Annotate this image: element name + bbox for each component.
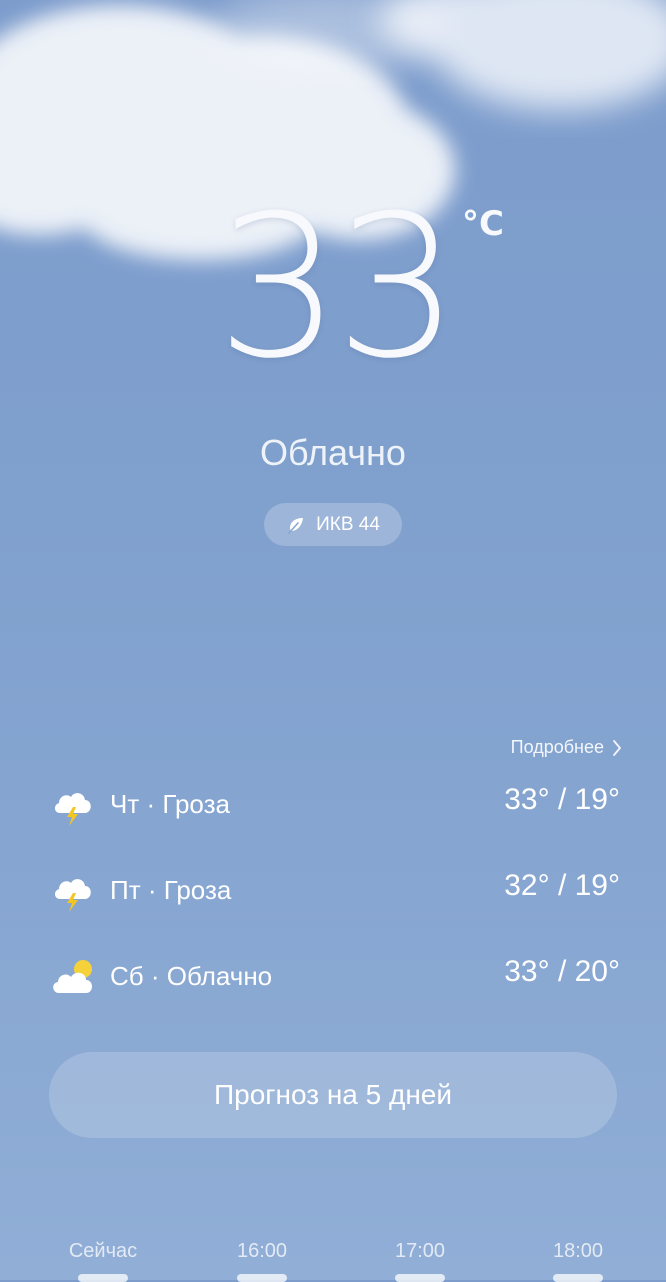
forecast-temperature-range: 33° / 20° bbox=[504, 955, 620, 988]
hourly-temperature-cut bbox=[553, 1274, 603, 1282]
hourly-time-label: 17:00 bbox=[394, 1240, 446, 1262]
more-details-label: Подробнее bbox=[510, 737, 604, 757]
thunderstorm-icon bbox=[54, 879, 91, 912]
five-day-forecast-button[interactable]: Прогноз на 5 дней bbox=[49, 1052, 617, 1138]
hourly-temperature-cut bbox=[78, 1274, 128, 1282]
forecast-temperature-range: 33° / 19° bbox=[504, 783, 620, 816]
hourly-time-label: Сейчас bbox=[68, 1240, 138, 1262]
thunderstorm-icon bbox=[54, 793, 91, 826]
chevron-right-icon bbox=[613, 739, 621, 756]
aqi-label: ИКВ 44 bbox=[316, 513, 380, 535]
hourly-forecast[interactable]: Сейчас 16:00 17:00 18:00 bbox=[0, 1238, 666, 1282]
forecast-day-label: Сб · Облачно bbox=[110, 961, 273, 991]
temperature-unit: °C bbox=[462, 204, 504, 244]
leaf-icon bbox=[288, 517, 304, 534]
hourly-time-label: 16:00 bbox=[236, 1240, 288, 1262]
more-details-link[interactable]: Подробнее bbox=[511, 737, 622, 758]
hourly-time-label: 18:00 bbox=[552, 1240, 604, 1262]
partly-cloudy-icon bbox=[53, 960, 92, 993]
current-condition: Облачно bbox=[260, 432, 406, 473]
hourly-temperature-cut bbox=[395, 1274, 445, 1282]
forecast-day-label: Чт · Гроза bbox=[110, 789, 230, 819]
forecast-row-friday[interactable]: Пт · Гроза 32° / 19° bbox=[50, 869, 620, 919]
current-weather: 33 °C bbox=[0, 190, 666, 390]
forecast-day-label: Пт · Гроза bbox=[110, 875, 232, 905]
current-temperature: 33 bbox=[216, 174, 459, 402]
forecast-row-saturday[interactable]: Сб · Облачно 33° / 20° bbox=[50, 955, 620, 1005]
forecast-row-thursday[interactable]: Чт · Гроза 33° / 19° bbox=[50, 783, 620, 833]
forecast-temperature-range: 32° / 19° bbox=[504, 869, 620, 902]
hourly-temperature-cut bbox=[237, 1274, 287, 1282]
aqi-badge[interactable]: ИКВ 44 bbox=[264, 503, 402, 546]
